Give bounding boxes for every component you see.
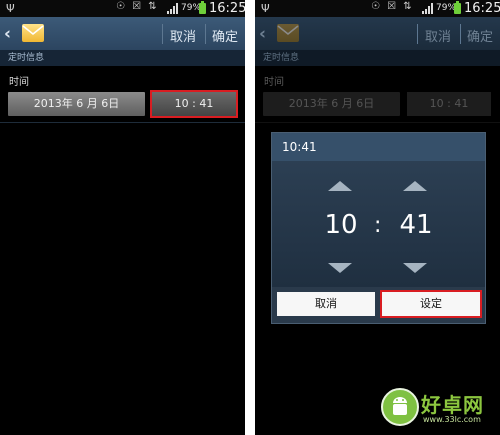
time-picker-button: 10 : 41 (407, 92, 491, 116)
action-separator (205, 24, 206, 44)
time-picker-dialog: 10:41 10 : 41 取消 设定 (271, 132, 486, 324)
action-bar: ‹ 取消 确定 (255, 17, 500, 50)
time-label: 时间 (9, 77, 29, 88)
status-time: 16:25 (209, 1, 245, 16)
time-separator: : (374, 213, 382, 238)
hour-decrement-icon[interactable] (328, 263, 352, 273)
hour-increment-icon[interactable] (328, 181, 352, 191)
alarm-icon: ☉ ☒ ⇅ (116, 1, 159, 12)
hour-value[interactable]: 10 (316, 210, 366, 240)
minute-value[interactable]: 41 (391, 210, 441, 240)
watermark-url: www.33lc.com (423, 415, 481, 424)
section-header-label: 定时信息 (8, 53, 45, 63)
action-separator (162, 24, 163, 44)
action-separator (417, 24, 418, 44)
status-time: 16:25 (464, 1, 500, 16)
usb-icon: Ψ (6, 2, 15, 15)
confirm-button: 确定 (467, 30, 494, 45)
status-bar: Ψ ☉ ☒ ⇅ 79% 16:25 (255, 0, 500, 17)
dialog-title-bar: 10:41 (272, 133, 485, 161)
dialog-cancel-button[interactable]: 取消 (277, 292, 375, 316)
battery-percent: 79% (181, 3, 202, 13)
dialog-title: 10:41 (282, 140, 317, 154)
cancel-button[interactable]: 取消 (170, 26, 196, 45)
battery-percent: 79% (436, 3, 457, 13)
messages-app-icon (277, 24, 299, 42)
battery-icon (199, 1, 206, 14)
action-bar: ‹ 取消 确定 (0, 17, 245, 50)
section-header: 定时信息 (0, 50, 245, 66)
section-header-label: 定时信息 (263, 53, 300, 63)
time-spinner: 10 : 41 (272, 161, 485, 287)
android-logo-icon (381, 388, 419, 426)
minute-increment-icon[interactable] (403, 181, 427, 191)
alarm-icon: ☉ ☒ ⇅ (371, 1, 414, 12)
screen-time-dialog: Ψ ☉ ☒ ⇅ 79% 16:25 ‹ 取消 确定 定时信息 时间 2013年 … (255, 0, 500, 435)
date-picker-button[interactable]: 2013年 6 月 6日 (8, 92, 145, 116)
status-bar: Ψ ☉ ☒ ⇅ 79% 16:25 (0, 0, 245, 17)
divider (255, 122, 500, 123)
time-label: 时间 (264, 77, 284, 88)
time-picker-button[interactable]: 10 : 41 (152, 92, 236, 116)
confirm-button[interactable]: 确定 (212, 26, 238, 45)
watermark-name: 好卓网 (421, 393, 484, 417)
section-header: 定时信息 (255, 50, 500, 66)
battery-icon (454, 1, 461, 14)
signal-icon (167, 3, 178, 14)
divider (0, 122, 245, 123)
screen-schedule-message: Ψ ☉ ☒ ⇅ 79% 16:25 ‹ 取消 确定 定时信息 时间 2013年 … (0, 0, 245, 435)
back-icon[interactable]: ‹ (4, 24, 11, 44)
dialog-set-button[interactable]: 设定 (382, 292, 480, 316)
date-picker-button: 2013年 6 月 6日 (263, 92, 400, 116)
action-separator (460, 24, 461, 44)
dialog-button-bar: 取消 设定 (272, 287, 485, 323)
usb-icon: Ψ (261, 2, 270, 15)
signal-icon (422, 3, 433, 14)
back-icon: ‹ (259, 24, 267, 44)
minute-decrement-icon[interactable] (403, 263, 427, 273)
cancel-button: 取消 (425, 30, 452, 45)
messages-app-icon[interactable] (22, 24, 44, 42)
watermark-logo: 好卓网 www.33lc.com (377, 384, 497, 434)
